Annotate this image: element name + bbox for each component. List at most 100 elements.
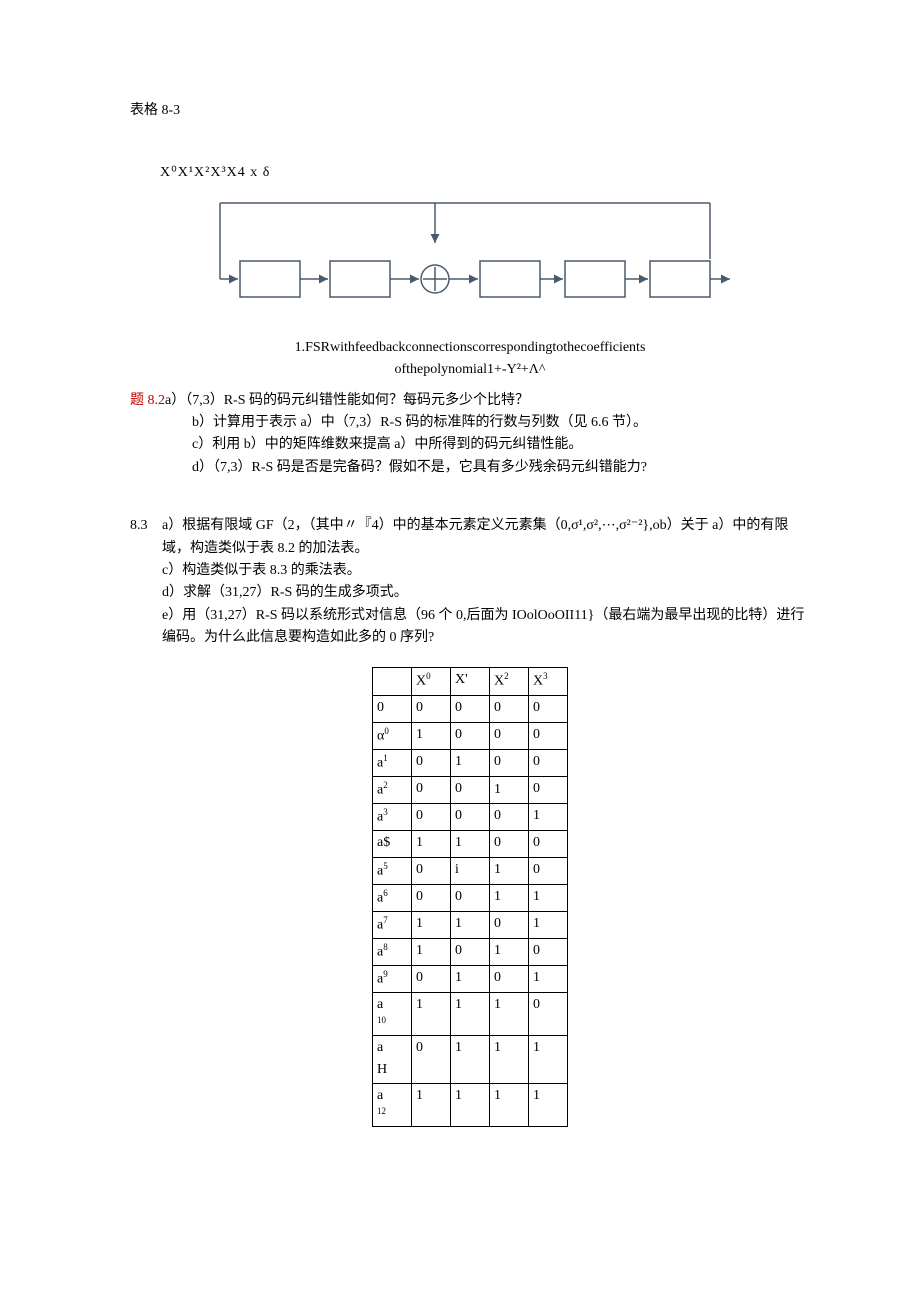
row-label: a$ <box>373 830 412 857</box>
table-cell: 1 <box>529 965 568 992</box>
polynomial-line: X⁰X¹X²X³X4 x δ <box>160 162 810 184</box>
table-cell: 1 <box>490 992 529 1035</box>
table-cell: 0 <box>529 722 568 749</box>
table-cell: 0 <box>490 830 529 857</box>
table-cell: 1 <box>529 1083 568 1126</box>
table-row: a10100 <box>373 749 568 776</box>
problem-8-3: 8.3 a）根据有限域 GF（2，（其中〃『4）中的基本元素定义元素集（0,σ¹… <box>130 515 810 649</box>
row-label: a7 <box>373 911 412 938</box>
table-cell: 1 <box>490 776 529 803</box>
figure-caption: 1.FSRwithfeedbackconnectionscorrespondin… <box>130 337 810 382</box>
caption-line1: 1.FSRwithfeedbackconnectionscorrespondin… <box>130 337 810 359</box>
col-header: X3 <box>529 668 568 695</box>
table-cell: 0 <box>451 695 490 722</box>
table-cell: 0 <box>490 722 529 749</box>
table-cell: 1 <box>451 1083 490 1126</box>
table-row: a60011 <box>373 884 568 911</box>
table-cell: 1 <box>529 803 568 830</box>
table-cell: 1 <box>490 884 529 911</box>
table-cell: 0 <box>490 911 529 938</box>
table-label: 表格 8-3 <box>130 100 810 122</box>
table-row: a101110 <box>373 992 568 1035</box>
table-cell: 0 <box>412 884 451 911</box>
lfsr-diagram <box>210 193 730 323</box>
col-header-blank <box>373 668 412 695</box>
problem-8-3-c: c）构造类似于表 8.3 的乘法表。 <box>162 560 810 582</box>
table-cell: 1 <box>412 911 451 938</box>
table-row: a30001 <box>373 803 568 830</box>
table-cell: 0 <box>529 749 568 776</box>
problem-8-2-a: a）（7,3）R-S 码的码元纠错性能如何？每码元多少个比特？ <box>165 393 529 408</box>
problem-8-2-d: d）（7,3）R-S 码是否是完备码？假如不是，它具有多少残余码元纠错能力? <box>192 457 810 479</box>
problem-8-2: 题 8.2a）（7,3）R-S 码的码元纠错性能如何？每码元多少个比特？ b）计… <box>130 390 810 480</box>
table-cell: 1 <box>451 1035 490 1083</box>
table-cell: 0 <box>412 1035 451 1083</box>
table-cell: 0 <box>451 803 490 830</box>
problem-8-2-number: 题 8.2 <box>130 393 165 408</box>
table-cell: 1 <box>412 722 451 749</box>
row-label: a12 <box>373 1083 412 1126</box>
row-label: a6 <box>373 884 412 911</box>
table-cell: 1 <box>412 830 451 857</box>
table-cell: 0 <box>412 857 451 884</box>
table-cell: 1 <box>529 911 568 938</box>
table-cell: 0 <box>490 749 529 776</box>
table-cell: 0 <box>529 938 568 965</box>
table-cell: 0 <box>451 722 490 749</box>
problem-8-3-a: a）根据有限域 GF（2，（其中〃『4）中的基本元素定义元素集（0,σ¹,σ²,… <box>162 515 810 560</box>
table-cell: 0 <box>490 965 529 992</box>
table-cell: 1 <box>451 911 490 938</box>
problem-8-3-e: e）用（31,27）R-S 码以系统形式对信息（96 个 0,后面为 IOolO… <box>162 605 810 650</box>
table-cell: 1 <box>529 884 568 911</box>
col-header: X2 <box>490 668 529 695</box>
table-cell: 1 <box>490 1083 529 1126</box>
col-header: X' <box>451 668 490 695</box>
table-cell: 1 <box>451 992 490 1035</box>
table-row: a20010 <box>373 776 568 803</box>
table-row: α01000 <box>373 722 568 749</box>
table-cell: 1 <box>412 992 451 1035</box>
row-label: a5 <box>373 857 412 884</box>
row-label: a2 <box>373 776 412 803</box>
problem-8-3-number: 8.3 <box>130 515 162 649</box>
table-cell: 0 <box>529 992 568 1035</box>
table-cell: 1 <box>490 1035 529 1083</box>
table-cell: 1 <box>451 749 490 776</box>
table-cell: i <box>451 857 490 884</box>
caption-line2: ofthepolynomial1+-Y²+Λ^ <box>130 359 810 381</box>
row-label: 0 <box>373 695 412 722</box>
table-row: a50i10 <box>373 857 568 884</box>
row-label: a9 <box>373 965 412 992</box>
table-cell: 1 <box>490 938 529 965</box>
row-label: aH <box>373 1035 412 1083</box>
problem-8-2-c: c）利用 b）中的矩阵维数来提高 a）中所得到的码元纠错性能。 <box>192 434 810 456</box>
row-label: α0 <box>373 722 412 749</box>
table-cell: 0 <box>490 803 529 830</box>
table-row: a71101 <box>373 911 568 938</box>
row-label: a3 <box>373 803 412 830</box>
table-cell: 0 <box>529 776 568 803</box>
problem-8-2-b: b）计算用于表示 a）中（7,3）R-S 码的标准阵的行数与列数（见 6.6 节… <box>192 412 810 434</box>
table-cell: 0 <box>451 776 490 803</box>
table-cell: 1 <box>451 830 490 857</box>
table-cell: 1 <box>490 857 529 884</box>
table-row: a90101 <box>373 965 568 992</box>
table-cell: 1 <box>451 965 490 992</box>
table-row: a81010 <box>373 938 568 965</box>
table-row: aH0111 <box>373 1035 568 1083</box>
row-label: a10 <box>373 992 412 1035</box>
table-cell: 1 <box>529 1035 568 1083</box>
table-cell: 0 <box>412 749 451 776</box>
table-cell: 1 <box>412 1083 451 1126</box>
table-cell: 0 <box>412 965 451 992</box>
row-label: a8 <box>373 938 412 965</box>
table-cell: 0 <box>529 857 568 884</box>
table-cell: 0 <box>412 695 451 722</box>
table-cell: 1 <box>412 938 451 965</box>
problem-8-3-d: d）求解（31,27）R-S 码的生成多项式。 <box>162 582 810 604</box>
table-row: a121111 <box>373 1083 568 1126</box>
table-cell: 0 <box>412 803 451 830</box>
row-label: a1 <box>373 749 412 776</box>
gf-power-table: X0X'X2X3 00000α01000a10100a20010a30001a$… <box>372 667 568 1126</box>
table-cell: 0 <box>490 695 529 722</box>
